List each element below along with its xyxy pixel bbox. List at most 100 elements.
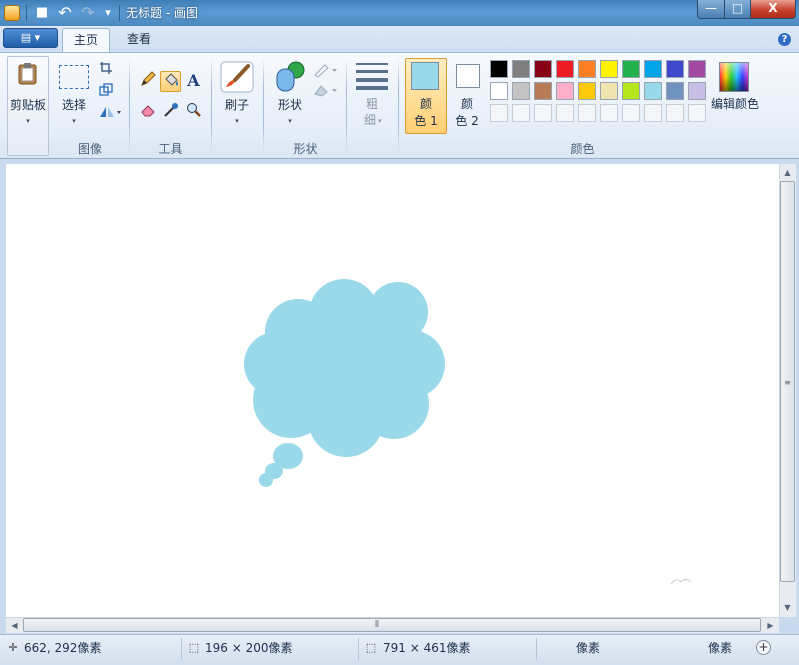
brush-dropdown-icon[interactable]: ▾	[216, 114, 258, 129]
group-separator	[129, 58, 130, 154]
custom-color-slot[interactable]	[644, 104, 662, 122]
edit-colors-icon[interactable]	[719, 62, 749, 92]
selection-size-icon: ⬚	[188, 641, 200, 654]
palette-swatch[interactable]	[512, 82, 530, 100]
title-separator	[119, 5, 120, 21]
customize-quick-access-icon[interactable]: ▾	[100, 5, 116, 21]
palette-swatch[interactable]	[688, 60, 706, 78]
palette-swatch[interactable]	[600, 60, 618, 78]
tab-home[interactable]: 主页	[62, 28, 110, 52]
eraser-icon	[140, 105, 155, 117]
drawing-surface[interactable]	[6, 164, 779, 617]
palette-swatch[interactable]	[644, 60, 662, 78]
palette-swatch[interactable]	[666, 82, 684, 100]
close-button[interactable]: X	[750, 0, 796, 19]
eraser-tool[interactable]	[137, 102, 158, 123]
palette-swatch[interactable]	[534, 60, 552, 78]
group-separator	[263, 58, 264, 154]
status-extra-2: 像素	[708, 641, 733, 655]
custom-color-slot[interactable]	[666, 104, 684, 122]
color-picker-tool[interactable]	[160, 102, 181, 123]
custom-color-slot[interactable]	[688, 104, 706, 122]
custom-color-slot[interactable]	[578, 104, 596, 122]
custom-color-slot[interactable]	[556, 104, 574, 122]
palette-swatch[interactable]	[534, 82, 552, 100]
minimize-button[interactable]: —	[697, 0, 725, 19]
image-group-label: 图像	[77, 142, 102, 156]
quick-access-separator	[26, 5, 27, 21]
group-separator	[211, 58, 212, 154]
palette-swatch[interactable]	[688, 82, 706, 100]
pencil-tool[interactable]	[137, 71, 158, 92]
color1-label-line2: 色 1	[414, 114, 438, 128]
shapes-icon[interactable]	[274, 60, 306, 94]
status-separator	[181, 638, 182, 660]
palette-swatch[interactable]	[666, 60, 684, 78]
clipboard-label: 剪贴板	[9, 98, 46, 112]
palette-swatch[interactable]	[490, 82, 508, 100]
color2-label-line2: 色 2	[455, 114, 479, 128]
brush-icon[interactable]	[220, 61, 254, 93]
resize-icon[interactable]	[99, 83, 113, 97]
maximize-button[interactable]: □	[724, 0, 751, 19]
select-label[interactable]: 选择	[55, 98, 93, 113]
palette-swatch[interactable]	[600, 82, 618, 100]
size-label-line1[interactable]: 粗	[355, 97, 389, 112]
custom-color-slot[interactable]	[512, 104, 530, 122]
palette-swatch[interactable]	[644, 82, 662, 100]
palette-swatch[interactable]	[512, 60, 530, 78]
cursor-position: 662, 292像素	[24, 641, 102, 655]
paint-bucket-icon	[164, 73, 178, 86]
paint-app-icon[interactable]	[4, 5, 20, 21]
tab-view[interactable]: 查看	[116, 28, 162, 52]
colors-group-label: 颜色	[570, 142, 595, 156]
window-title: 无标题 - 画图	[126, 6, 198, 20]
custom-color-slot[interactable]	[600, 104, 618, 122]
watermark-mark	[670, 578, 692, 585]
shapes-dropdown-icon[interactable]: ▾	[268, 114, 312, 129]
canvas-size: 791 × 461像素	[383, 641, 471, 655]
redo-icon[interactable]: ↷	[80, 5, 96, 21]
magnifier-tool[interactable]	[183, 102, 204, 123]
palette-swatch[interactable]	[578, 60, 596, 78]
custom-color-slot[interactable]	[534, 104, 552, 122]
color2-label-line1: 颜	[460, 97, 473, 111]
color-palette	[490, 60, 710, 126]
save-icon[interactable]: ■	[34, 5, 50, 21]
palette-swatch[interactable]	[490, 60, 508, 78]
palette-swatch[interactable]	[578, 82, 596, 100]
palette-swatch[interactable]	[556, 60, 574, 78]
select-dropdown-icon[interactable]: ▾	[55, 114, 93, 129]
color1-label-line1: 颜	[419, 97, 432, 111]
scroll-down-arrow-icon[interactable]: ▼	[780, 600, 795, 615]
palette-swatch[interactable]	[556, 82, 574, 100]
line-size-icon[interactable]	[355, 62, 389, 90]
rotate-icon[interactable]	[98, 105, 122, 119]
custom-color-slot[interactable]	[622, 104, 640, 122]
cursor-position-icon: ✛	[8, 641, 18, 654]
edit-colors-label[interactable]: 编辑颜色	[709, 97, 761, 112]
size-dropdown-icon[interactable]: ▾	[378, 117, 382, 125]
shapes-label[interactable]: 形状	[268, 98, 312, 113]
undo-icon[interactable]: ↶	[57, 5, 73, 21]
scroll-right-arrow-icon[interactable]: ▶	[763, 618, 778, 633]
horizontal-scroll-thumb[interactable]	[23, 618, 761, 632]
paint-menu-button[interactable]: ▤ ▾	[3, 28, 58, 48]
shapes-group-label: 形状	[293, 142, 318, 156]
crop-icon[interactable]	[99, 61, 113, 75]
zoom-in-button[interactable]: +	[756, 640, 771, 655]
select-icon[interactable]	[59, 65, 89, 89]
fill-tool[interactable]	[160, 71, 181, 92]
scroll-up-arrow-icon[interactable]: ▲	[780, 165, 795, 180]
shape-fill-icon[interactable]	[313, 82, 339, 98]
palette-swatch[interactable]	[622, 82, 640, 100]
canvas[interactable]	[6, 164, 779, 617]
text-tool[interactable]: A	[183, 71, 204, 92]
scroll-left-arrow-icon[interactable]: ◀	[7, 618, 22, 633]
brush-label[interactable]: 刷子	[216, 98, 258, 113]
help-icon[interactable]: ?	[778, 33, 791, 46]
color1-swatch	[411, 62, 439, 90]
outline-icon[interactable]	[313, 62, 339, 78]
custom-color-slot[interactable]	[490, 104, 508, 122]
palette-swatch[interactable]	[622, 60, 640, 78]
